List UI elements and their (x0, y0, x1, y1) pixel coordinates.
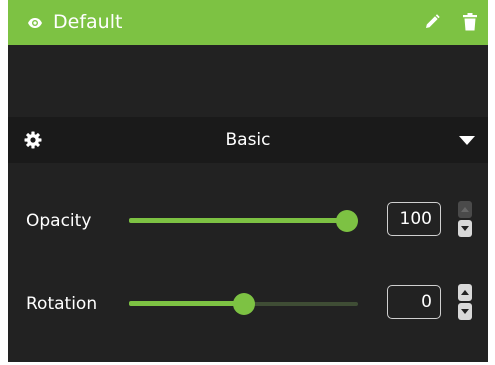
rotation-input[interactable]: 0 (387, 285, 441, 319)
slider-thumb[interactable] (336, 210, 358, 232)
pencil-icon[interactable] (423, 13, 441, 31)
layer-panel: Default Basic Opacity 100 Rotation 0 (8, 0, 488, 362)
opacity-label: Opacity (26, 211, 92, 231)
opacity-decrement-button[interactable] (458, 220, 472, 237)
arrow-down-icon (461, 309, 469, 314)
rotation-row: Rotation 0 (8, 284, 488, 324)
layer-name[interactable]: Default (53, 7, 122, 37)
arrow-down-icon (461, 226, 469, 231)
opacity-row: Opacity 100 (8, 201, 488, 241)
opacity-slider[interactable] (129, 201, 358, 241)
slider-fill (129, 301, 244, 306)
section-title: Basic (225, 130, 271, 150)
rotation-slider[interactable] (129, 284, 358, 324)
slider-thumb[interactable] (233, 293, 255, 315)
caret-down-icon[interactable] (459, 136, 475, 146)
arrow-up-icon (461, 290, 469, 295)
opacity-increment-button[interactable] (458, 201, 472, 218)
eye-icon[interactable] (27, 15, 43, 31)
arrow-up-icon (461, 207, 469, 212)
slider-fill (129, 218, 347, 223)
rotation-increment-button[interactable] (458, 284, 472, 301)
section-header-basic[interactable]: Basic (8, 117, 488, 163)
trash-icon[interactable] (463, 13, 477, 31)
rotation-label: Rotation (26, 294, 98, 314)
rotation-decrement-button[interactable] (458, 303, 472, 320)
opacity-input[interactable]: 100 (387, 202, 441, 236)
layer-header[interactable]: Default (8, 0, 488, 45)
